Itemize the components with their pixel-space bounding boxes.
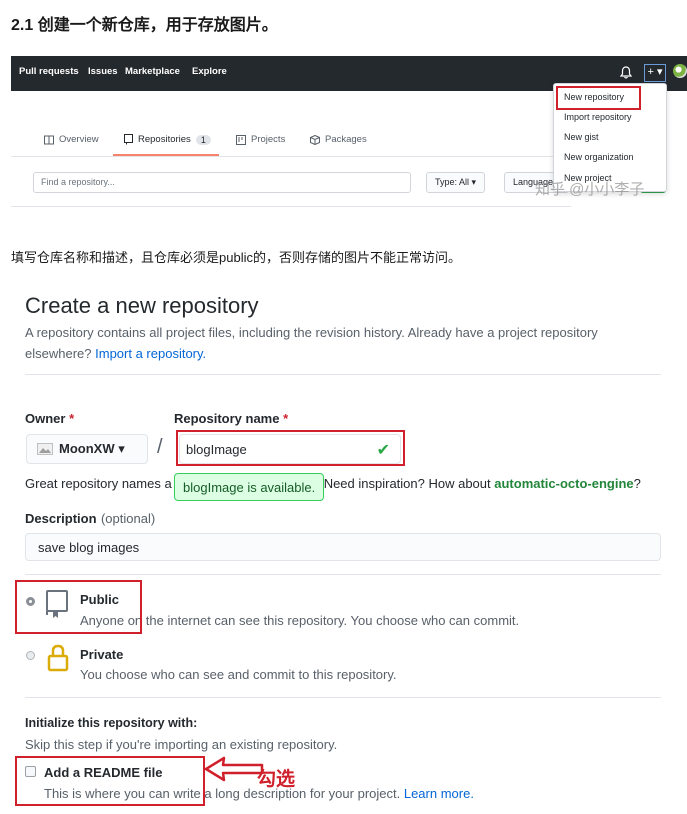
repo-name-label: Repository name * — [174, 411, 288, 426]
tab-label: Overview — [59, 134, 99, 145]
owner-select[interactable]: MoonXW ▾ — [26, 434, 148, 464]
owner-repo-separator: / — [157, 436, 163, 458]
initialize-title: Initialize this repository with: — [25, 716, 198, 730]
owner-avatar-icon — [37, 443, 53, 455]
filter-divider — [11, 206, 571, 207]
project-icon — [236, 134, 246, 145]
optional-text: (optional) — [100, 511, 156, 526]
name-hint: Great repository names a Need inspiration… — [25, 476, 641, 491]
page-description: A repository contains all project files,… — [25, 322, 645, 364]
tab-repositories[interactable]: Repositories 1 — [124, 134, 211, 145]
highlight-box — [176, 430, 405, 466]
tab-overview[interactable]: Overview — [44, 134, 99, 145]
highlight-box — [556, 86, 641, 110]
owner-value: MoonXW ▾ — [59, 441, 125, 456]
tab-projects[interactable]: Projects — [236, 134, 285, 145]
private-description: You choose who can see and commit to thi… — [80, 667, 397, 682]
highlight-box — [15, 756, 205, 806]
arrow-icon — [204, 756, 264, 782]
divider — [25, 574, 661, 575]
tab-label: Repositories — [138, 134, 191, 145]
create-new-button[interactable]: + ▾ — [644, 64, 666, 82]
package-icon — [310, 134, 320, 145]
repo-count-badge: 1 — [195, 134, 211, 145]
nav-issues[interactable]: Issues — [88, 66, 118, 77]
divider — [25, 374, 661, 375]
bell-icon[interactable] — [620, 66, 632, 79]
page-title: Create a new repository — [25, 293, 259, 318]
description-input[interactable]: save blog images — [25, 533, 661, 561]
required-mark: * — [283, 411, 289, 426]
menu-new-organization[interactable]: New organization — [564, 152, 634, 162]
import-repository-link[interactable]: Import a repository. — [95, 346, 206, 361]
create-dropdown-menu: New repository Import repository New gis… — [553, 83, 667, 192]
initialize-description: Skip this step if you're importing an ex… — [25, 737, 338, 752]
type-filter-button[interactable]: Type: All ▾ — [426, 172, 486, 193]
private-radio[interactable] — [26, 651, 35, 660]
hint-prefix: Great repository names a — [25, 476, 172, 491]
repo-icon — [124, 134, 133, 145]
description-label-text: Description — [25, 511, 97, 526]
active-tab-indicator — [113, 154, 219, 156]
private-label: Private — [80, 647, 124, 662]
nav-explore[interactable]: Explore — [192, 66, 227, 77]
divider — [25, 697, 661, 698]
tab-label: Projects — [251, 134, 286, 145]
nav-pull-requests[interactable]: Pull requests — [19, 66, 79, 77]
suggestion-link[interactable]: automatic-octo-engine — [494, 476, 633, 491]
avatar[interactable] — [673, 64, 687, 78]
public-description: Anyone on the internet can see this repo… — [80, 613, 520, 628]
required-mark: * — [69, 411, 75, 426]
article-paragraph: 填写仓库名称和描述，且仓库必须是public的，否则存储的图片不能正常访问。 — [11, 250, 461, 265]
owner-label: Owner * — [25, 411, 74, 426]
lock-icon — [47, 644, 69, 672]
book-icon — [44, 135, 54, 144]
tab-label: Packages — [325, 134, 367, 145]
tab-packages[interactable]: Packages — [310, 134, 367, 145]
hint-end: ? — [633, 476, 641, 491]
availability-tooltip: blogImage is available. — [174, 473, 325, 501]
hint-suffix: Need inspiration? How about — [323, 476, 491, 491]
menu-new-gist[interactable]: New gist — [564, 132, 599, 142]
menu-import-repository[interactable]: Import repository — [564, 112, 632, 122]
highlight-box — [15, 580, 142, 634]
description-label: Description (optional) — [25, 510, 155, 528]
owner-label-text: Owner — [25, 411, 66, 426]
learn-more-link[interactable]: Learn more. — [404, 786, 474, 801]
find-repository-input[interactable]: Find a repository... — [33, 172, 411, 193]
repo-label-text: Repository name — [174, 411, 280, 426]
nav-marketplace[interactable]: Marketplace — [125, 66, 180, 77]
watermark: 知乎 @小小李子 — [535, 181, 645, 198]
annotation-label: 勾选 — [257, 769, 296, 790]
tabs-divider — [11, 156, 571, 157]
article-heading: 2.1 创建一个新仓库，用于存放图片。 — [11, 17, 278, 34]
